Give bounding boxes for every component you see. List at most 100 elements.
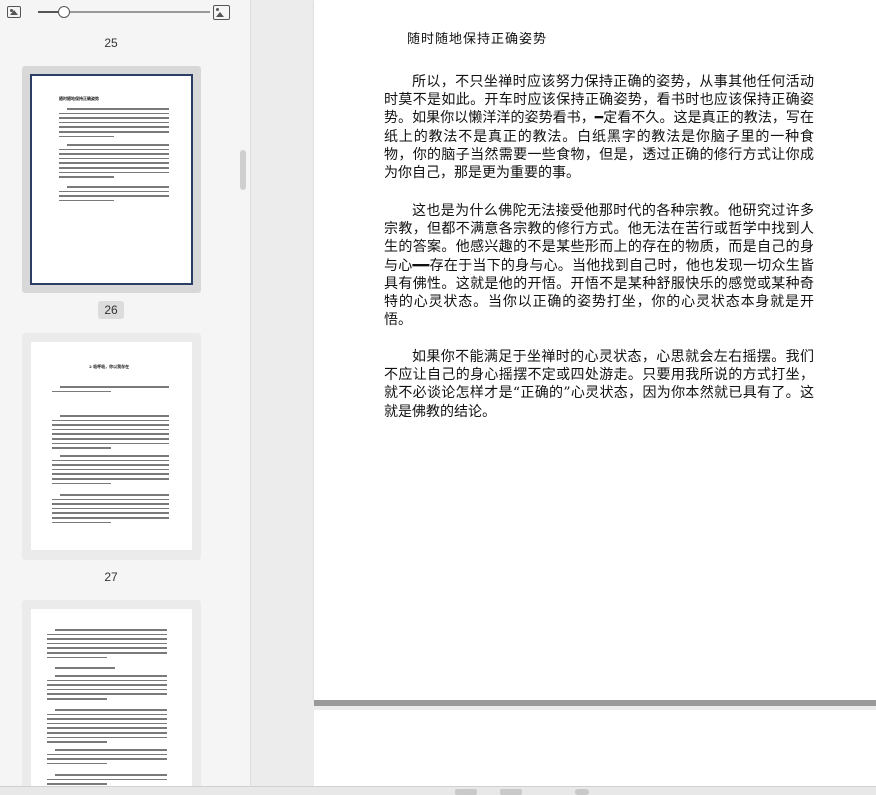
thumbnail-page-28[interactable] [31,609,192,790]
thumbnail-zoom-slider[interactable] [38,6,210,18]
page-number-27: 27 [104,570,118,584]
thumbnail-page-26[interactable]: 随时随地保持正确姿势 [30,74,193,285]
thumbnail-text-line [52,482,111,485]
thumbnail-text-line [47,679,167,682]
small-image-icon[interactable] [7,6,21,18]
thumbnail-text-line [47,753,167,756]
zoom-slider-thumb[interactable] [57,6,70,18]
thumbnail-text-line [60,415,169,417]
thumbnail-text-line [55,675,167,677]
thumbnail-text-line [59,190,169,193]
section-title: 随时随地保持正确姿势 [407,32,548,47]
toolbar-button[interactable] [455,789,477,795]
thumbnail-text-line [52,478,169,480]
thumbnail-text-line [67,186,169,188]
thumbnail-text-line [67,144,169,146]
thumbnail-text-line [52,419,169,422]
thumbnail-text-line [59,153,169,155]
thumbnail-text-line [59,199,114,202]
thumbnail-text-line [59,135,114,138]
thumbnail-text-line [47,633,167,636]
thumbnail-text-line [52,433,169,435]
thumbnail-text-line [55,774,167,776]
thumbnail-text-line [52,442,169,445]
thumbnail-text-line [47,647,167,649]
large-image-icon[interactable] [213,5,230,20]
thumbnail-text-line [47,736,167,739]
document-viewer: 随时随地保持正确姿势 所以，不只坐禅时应该努力保持正确的姿势，从事其他任何活动时… [251,0,876,790]
thumbnail-text-line [47,656,107,659]
thumbnail-text-line [52,459,169,462]
thumbnail-text-line [47,642,167,645]
page-thumbnail-sidebar: 25 随时随地保持正确姿势 26 2 吸呼吸，你以我存在 27 [0,0,251,794]
thumbnail-text-line [47,741,107,743]
thumbnail-text-line [59,176,114,178]
thumbnail-text-line [47,722,167,725]
thumbnail-text-line [52,428,169,431]
thumbnail-zoom-bar [0,0,250,28]
page-number-25: 25 [104,36,118,50]
thumbnail-text-line [52,512,169,514]
thumbnail-text-line [47,732,167,734]
page-separator [314,700,876,706]
thumbnail-text-line [55,629,167,631]
thumbnail-text-line [47,713,167,716]
thumbnail-text-line [67,108,169,110]
thumbnail-text-line [59,171,169,174]
thumbnail-text-line [47,688,167,691]
thumbnail-text-line [47,783,107,785]
thumbnail-text-line [52,447,111,449]
paragraph: 所以，不只坐禅时应该努力保持正确的姿势，从事其他任何活动时莫不是如此。开车时应该… [384,74,814,182]
paragraph: 这也是为什么佛陀无法接受他那时代的各种宗教。他研究过许多宗教，但都不满意各宗教的… [384,203,814,329]
thumbnail-page-27[interactable]: 2 吸呼吸，你以我存在 [31,342,192,550]
thumbnail-text-line [59,167,169,169]
thumbnail-text-line [52,468,169,471]
thumbnail-text-line [59,117,169,119]
thumbnail-title: 2 吸呼吸，你以我存在 [89,364,130,369]
thumbnail-text-line [60,455,169,457]
thumbnail-text-line [52,473,169,475]
thumbnail-text-line [52,503,169,505]
page-thumbnail-26[interactable]: 随时随地保持正确姿势 [22,66,201,293]
thumbnail-text-line [47,778,167,781]
thumbnail-text-line [47,652,167,654]
page-thumbnail-27[interactable]: 2 吸呼吸，你以我存在 [22,333,201,560]
paragraph: 如果你不能满足于坐禅时的心灵状态，心思就会左右摇摆。我们不应让自己的身心摇摆不定… [384,349,814,420]
thumbnail-text-line [47,698,107,700]
thumbnail-text-line [52,438,169,440]
thumbnail-text-line [47,718,167,720]
thumbnail-text-line [55,667,115,669]
thumbnail-text-line [47,684,167,686]
next-document-page [314,710,876,790]
thumbnail-text-line [60,386,169,388]
thumbnail-text-line [59,157,169,160]
thumbnail-text-line [59,131,169,133]
page-number-26: 26 [0,301,222,319]
thumbnail-text-line [59,112,169,115]
thumbnail-text-line [52,507,169,510]
thumbnail-text-line [52,521,111,524]
thumbnail-text-line [59,126,169,128]
thumbnail-text-line [52,390,111,393]
document-page: 随时随地保持正确姿势 所以，不只坐禅时应该努力保持正确的姿势，从事其他任何活动时… [314,0,876,700]
thumbnail-text-line [47,762,107,765]
thumbnail-text-line [52,498,169,501]
thumbnail-text-line [52,424,169,426]
sidebar-scrollbar[interactable] [240,150,246,190]
thumbnail-text-line [55,709,167,711]
thumbnail-text-line [52,464,169,466]
thumbnail-text-line [55,749,167,751]
thumbnail-text-line [47,638,167,640]
thumbnail-text-line [59,162,169,164]
thumbnail-title: 随时随地保持正确姿势 [59,96,99,101]
thumbnail-text-line [60,494,169,496]
thumbnail-text-line [52,517,169,519]
thumbnail-text-line [47,727,167,729]
thumbnail-text-line [59,148,169,151]
toolbar-button[interactable] [575,789,589,795]
thumbnail-text-line [47,693,167,695]
toolbar-button[interactable] [500,789,522,795]
thumbnail-text-line [59,121,169,124]
page-thumbnail-28[interactable] [22,600,201,790]
thumbnail-text-line [59,195,169,197]
